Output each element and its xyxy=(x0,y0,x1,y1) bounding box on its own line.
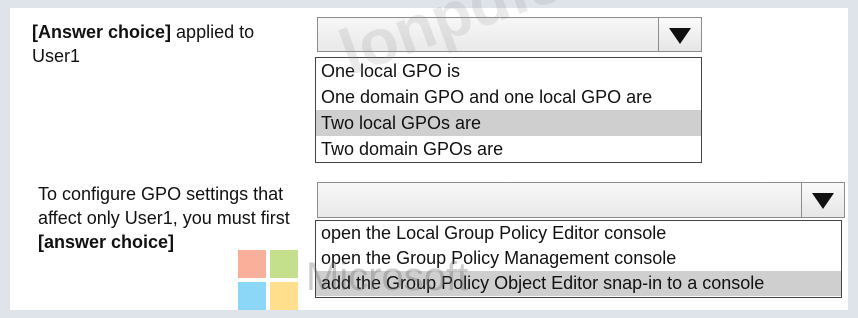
question1-dropdown[interactable] xyxy=(317,17,702,52)
question1-option-highlighted[interactable]: Two local GPOs are xyxy=(316,110,701,136)
question1-option[interactable]: One local GPO is xyxy=(316,58,701,84)
question2-options-list: open the Local Group Policy Editor conso… xyxy=(315,220,842,298)
question1-option[interactable]: Two domain GPOs are xyxy=(316,136,701,162)
question2-answer-choice-label: [answer choice] xyxy=(38,232,175,252)
question2-dropdown-toggle[interactable] xyxy=(801,183,844,217)
question2-label: To configure GPO settings that affect on… xyxy=(38,182,298,254)
question1-answer-choice-label: [Answer choice] xyxy=(32,22,172,42)
question1-label: [Answer choice] applied to User1 xyxy=(32,20,292,68)
question1-option[interactable]: One domain GPO and one local GPO are xyxy=(316,84,701,110)
question2-option[interactable]: open the Group Policy Management console xyxy=(316,246,841,271)
chevron-down-icon xyxy=(669,27,691,44)
question1-dropdown-toggle[interactable] xyxy=(658,18,701,51)
question1-options-list: One local GPO is One domain GPO and one … xyxy=(315,57,702,163)
question2-dropdown[interactable] xyxy=(317,182,845,218)
question2-label-text: To configure GPO settings that affect on… xyxy=(38,184,290,228)
chevron-down-icon xyxy=(812,193,834,209)
question2-option[interactable]: open the Local Group Policy Editor conso… xyxy=(316,221,841,246)
question2-option-highlighted[interactable]: add the Group Policy Object Editor snap-… xyxy=(316,271,841,296)
